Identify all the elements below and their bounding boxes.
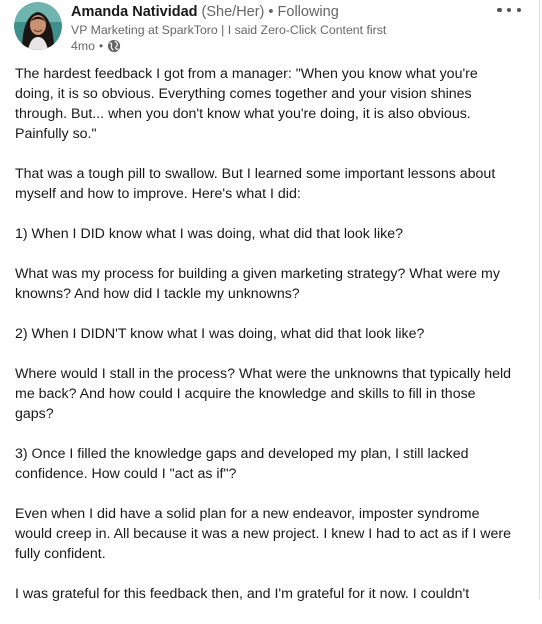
post-paragraph: I was grateful for this feedback then, a… [15, 586, 470, 602]
post-paragraph: Where would I stall in the process? What… [15, 366, 512, 422]
author-pronouns: (She/Her) [201, 4, 265, 20]
author-avatar[interactable] [14, 2, 62, 50]
post-paragraph: 1) When I DID know what I was doing, wha… [15, 226, 403, 242]
globe-icon [108, 39, 121, 53]
post-meta: 4mo • [71, 38, 121, 54]
post-paragraph: What was my process for building a given… [15, 266, 500, 302]
author-headline: VP Marketing at SparkToro | I said Zero-… [71, 23, 387, 37]
follow-status[interactable]: Following [278, 4, 339, 20]
post-paragraph: Even when I did have a solid plan for a … [15, 506, 512, 562]
post-paragraph: 3) Once I filled the knowledge gaps and … [15, 446, 469, 482]
post-body: The hardest feedback I got from a manage… [15, 64, 515, 624]
post-paragraph: The hardest feedback I got from a manage… [15, 66, 478, 142]
follow-separator: • [268, 4, 274, 20]
author-line: Amanda Natividad (She/Her) • Following [71, 3, 339, 22]
post-time: 4mo [71, 39, 95, 53]
post-card: Amanda Natividad (She/Her) • Following V… [0, 0, 540, 602]
meta-separator: • [98, 39, 104, 53]
avatar-photo [14, 2, 62, 50]
more-options-button[interactable] [497, 4, 521, 16]
author-name[interactable]: Amanda Natividad [71, 4, 198, 20]
more-horizontal-icon [497, 7, 502, 13]
post-paragraph: That was a tough pill to swallow. But I … [15, 166, 496, 202]
post-paragraph: 2) When I DIDN'T know what I was doing, … [15, 326, 425, 342]
